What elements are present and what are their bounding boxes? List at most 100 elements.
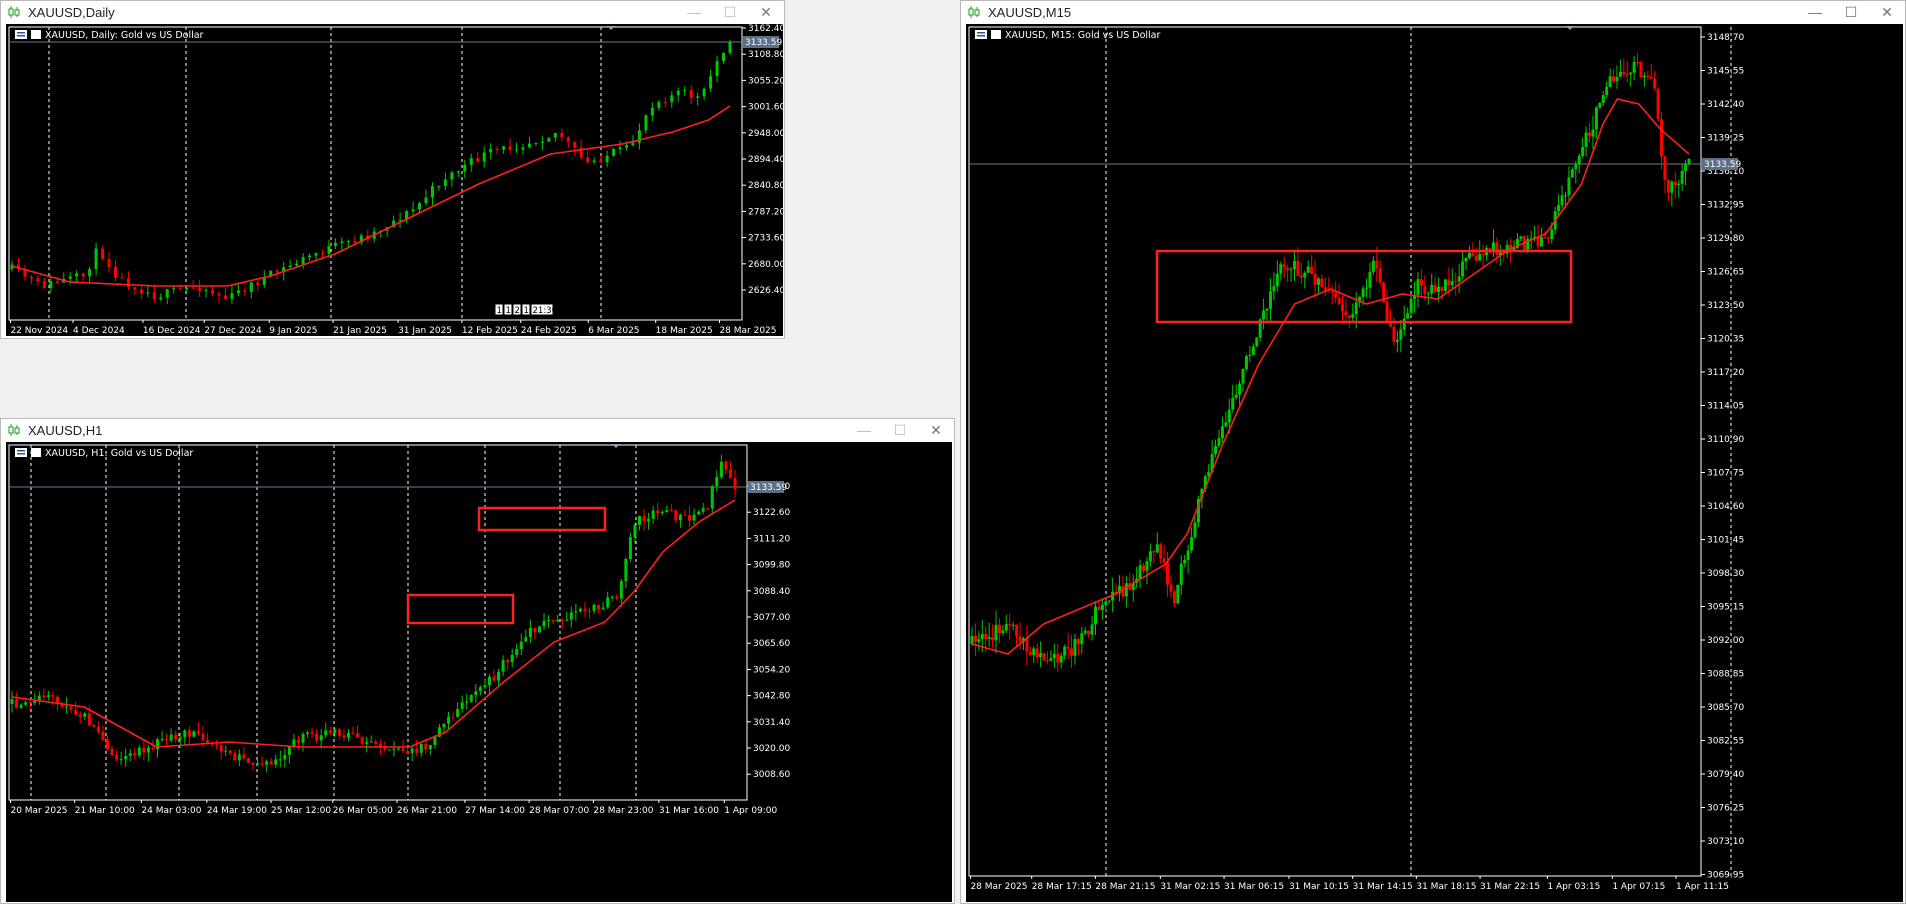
candle-body xyxy=(65,706,69,708)
support-zone-rectangle[interactable] xyxy=(1155,249,1573,324)
chart-canvas-daily[interactable]: 3162.40 3108.80 3055.20 3001.60 2948.00 2894.… xyxy=(6,24,783,336)
titlebar-m15[interactable]: XAUUSD,M15 — ☐ ✕ xyxy=(961,1,1905,23)
time-axis-label: 9 Jan 2025 xyxy=(269,326,317,336)
price-axis-label: 3114.05 xyxy=(1707,402,1744,412)
close-button[interactable]: ✕ xyxy=(1869,1,1905,23)
minimize-button[interactable]: — xyxy=(846,419,882,441)
candle-body xyxy=(1447,279,1451,286)
candle-body xyxy=(1467,252,1471,258)
price-axis-label: 3076.25 xyxy=(1707,804,1744,814)
candle-body xyxy=(88,269,92,277)
price-axis-label: 3098.30 xyxy=(1707,569,1744,579)
candle-body xyxy=(625,145,629,148)
price-axis-label: 2948.00 xyxy=(748,129,783,139)
period-marker xyxy=(607,26,615,30)
candle-body xyxy=(1416,279,1420,295)
candle-body xyxy=(365,742,369,744)
chart-canvas-m15[interactable]: 3148.703145.553142.403139.253136.103132.… xyxy=(966,24,1903,902)
candle-body xyxy=(483,685,487,688)
chart-daily[interactable]: 3162.40 3108.80 3055.20 3001.60 2948.00 2894.… xyxy=(6,24,783,336)
candle-body xyxy=(1481,253,1485,256)
candle-body xyxy=(369,741,373,743)
price-axis-label: 3120.35 xyxy=(1707,335,1744,345)
indicator-icon[interactable] xyxy=(991,30,1001,39)
price-axis-label: 3088.40 xyxy=(753,587,790,597)
candle-body xyxy=(1025,638,1029,652)
price-axis-label: 3042.80 xyxy=(753,692,790,702)
price-axis-label: 3122.60 xyxy=(753,508,790,518)
chart-h1[interactable]: 3145.403122.603111.203099.803088.403077.… xyxy=(6,442,952,902)
minimize-button[interactable]: — xyxy=(676,1,712,23)
candle-body xyxy=(1478,253,1482,261)
candle-body xyxy=(642,516,646,522)
candle-body xyxy=(1176,584,1180,604)
chart-m15[interactable]: 3148.70 3145.55 3142.40 3139.25 3136.10 3132.… xyxy=(966,24,1903,902)
candle-body xyxy=(663,102,667,104)
candle-body xyxy=(1310,266,1314,274)
candle-body xyxy=(1107,600,1111,602)
chart-menu-icon[interactable] xyxy=(15,448,27,457)
candle-body xyxy=(501,660,505,672)
time-axis-label: 28 Mar 2025 xyxy=(970,882,1027,892)
candle-body xyxy=(656,510,660,514)
candle-body xyxy=(1567,177,1571,196)
candle-body xyxy=(692,514,696,521)
maximize-button[interactable]: ☐ xyxy=(1833,1,1869,23)
price-axis-label: 3111.20 xyxy=(753,534,790,544)
chart-canvas-h1[interactable]: 3145.403122.603111.203099.803088.403077.… xyxy=(6,442,952,902)
chart-menu-icon[interactable] xyxy=(15,30,27,39)
candle-body xyxy=(256,282,260,285)
candle-body xyxy=(1004,624,1008,631)
candle-body xyxy=(433,736,437,745)
close-button[interactable]: ✕ xyxy=(918,419,954,441)
support-zone-rectangle[interactable] xyxy=(406,593,515,625)
titlebar-h1[interactable]: XAUUSD,H1 — ☐ ✕ xyxy=(1,419,954,441)
candle-body xyxy=(1385,302,1389,322)
candle-body xyxy=(674,510,678,521)
chart-menu-icon[interactable] xyxy=(975,30,987,39)
candle-body xyxy=(1080,633,1084,645)
maximize-button[interactable]: ☐ xyxy=(882,419,918,441)
candle-body xyxy=(374,741,378,744)
indicator-icon[interactable] xyxy=(31,448,41,457)
minimize-button[interactable]: — xyxy=(1797,1,1833,23)
candle-body xyxy=(101,248,105,260)
candle-body xyxy=(715,477,719,487)
price-axis-label: 2894.40 xyxy=(748,155,783,165)
candle-body xyxy=(1076,638,1080,645)
candle-body xyxy=(618,147,622,150)
candle-body xyxy=(1581,146,1585,157)
price-axis-label: 3055.20 xyxy=(748,76,783,86)
candle-body xyxy=(1649,76,1653,79)
badge-text: 1 xyxy=(524,306,529,316)
candle-body xyxy=(1001,630,1005,634)
titlebar-daily[interactable]: XAUUSD,Daily — ☐ ✕ xyxy=(1,1,784,23)
candle-body xyxy=(451,716,455,718)
close-button[interactable]: ✕ xyxy=(748,1,784,23)
candle-body xyxy=(638,516,642,525)
support-zone-rectangle[interactable] xyxy=(477,506,607,532)
candle-body xyxy=(115,755,119,760)
candle-body xyxy=(333,242,337,247)
candle-body xyxy=(460,702,464,709)
candle-body xyxy=(1450,281,1454,286)
price-axis-label: 3065.60 xyxy=(753,639,790,649)
window-m15: XAUUSD,M15 — ☐ ✕ 3148.70 3145.55 3142.40 31… xyxy=(960,0,1906,904)
candle-body xyxy=(301,733,305,743)
candle-body xyxy=(1563,195,1567,197)
candle-body xyxy=(1015,624,1019,637)
time-axis-label: 31 Jan 2025 xyxy=(398,326,452,336)
price-axis-label: 3123.50 xyxy=(1707,301,1744,311)
candle-body xyxy=(301,257,305,264)
window-title: XAUUSD,H1 xyxy=(28,422,103,438)
time-axis-label: 31 Mar 06:15 xyxy=(1224,882,1284,892)
indicator-icon[interactable] xyxy=(31,30,41,39)
candle-body xyxy=(15,699,19,708)
candle-body xyxy=(419,743,423,753)
candle-body xyxy=(1608,76,1612,87)
maximize-button[interactable]: ☐ xyxy=(712,1,748,23)
period-marker xyxy=(1566,26,1574,30)
candle-body xyxy=(1286,267,1290,270)
candle-body xyxy=(706,508,710,510)
candle-body xyxy=(1238,383,1242,395)
